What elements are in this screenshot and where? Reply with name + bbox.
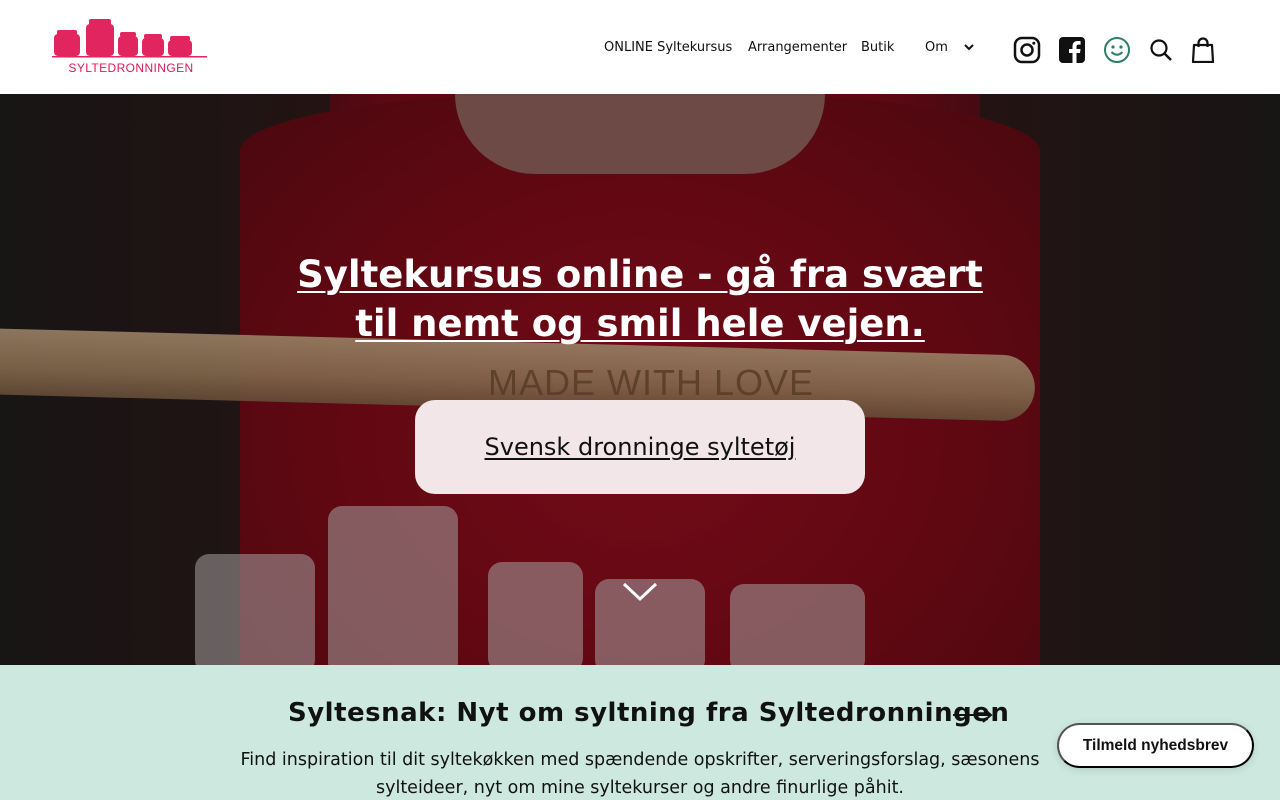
- hero-cta-label: Svensk dronninge syltetøj: [484, 433, 796, 461]
- site-header: SYLTEDRONNINGEN ONLINE Syltekursus Arran…: [0, 0, 1280, 94]
- hero-banner: MADE WITH LOVE Syltekursus online - gå f…: [0, 94, 1280, 665]
- facebook-icon[interactable]: [1058, 36, 1086, 64]
- snak-title[interactable]: Syltesnak: Nyt om syltning fra Syltedron…: [288, 698, 1009, 728]
- nav-item-butik[interactable]: Butik: [861, 40, 894, 55]
- nav-item-om[interactable]: Om: [925, 40, 948, 55]
- site-logo[interactable]: SYLTEDRONNINGEN: [52, 16, 212, 78]
- instagram-icon[interactable]: [1013, 36, 1041, 64]
- jars-logo-icon: [52, 19, 207, 58]
- smiley-icon[interactable]: [1103, 36, 1131, 64]
- nav-item-arrangementer[interactable]: Arrangementer: [748, 40, 847, 55]
- chevron-down-icon[interactable]: [963, 41, 975, 53]
- arrow-right-icon[interactable]: [952, 706, 994, 724]
- nav-item-online-syltekursus[interactable]: ONLINE Syltekursus: [604, 40, 732, 55]
- cart-icon[interactable]: [1191, 37, 1215, 63]
- hero-cta-button[interactable]: Svensk dronninge syltetøj: [415, 400, 865, 494]
- scroll-down-chevron-icon[interactable]: [620, 580, 660, 604]
- hero-title[interactable]: Syltekursus online - gå fra svært til ne…: [290, 250, 990, 348]
- logo-wordmark: SYLTEDRONNINGEN: [68, 61, 194, 75]
- search-icon[interactable]: [1149, 38, 1173, 62]
- snak-description: Find inspiration til dit syltekøkken med…: [240, 750, 1040, 798]
- newsletter-signup-button[interactable]: Tilmeld nyhedsbrev: [1057, 723, 1254, 768]
